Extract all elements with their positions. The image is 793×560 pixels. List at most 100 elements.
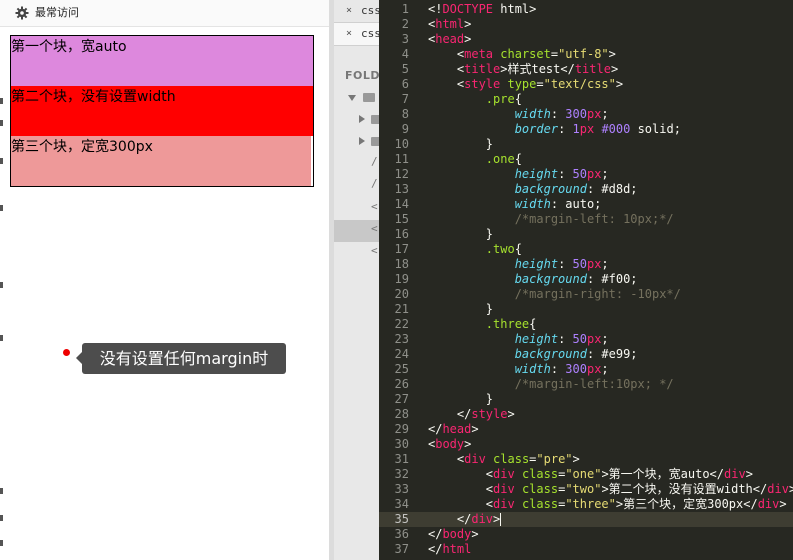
line-number: 33 <box>394 482 409 496</box>
close-icon[interactable]: × <box>346 23 352 45</box>
line-number: 15 <box>394 212 409 226</box>
code-line[interactable]: 7 .pre{ <box>379 92 793 107</box>
code-text: <div class="pre"> <box>428 452 580 466</box>
chevron-right-icon[interactable] <box>359 115 365 123</box>
code-text: .pre{ <box>485 92 522 106</box>
code-line[interactable]: 17 .two{ <box>379 242 793 257</box>
code-line[interactable]: 35 </div> <box>379 512 793 527</box>
tree-file-item[interactable]: / <box>371 177 378 190</box>
folder-icon[interactable] <box>371 137 379 146</box>
line-number: 28 <box>394 407 409 421</box>
line-number: 35 <box>394 512 409 526</box>
code-line[interactable]: 23 height: 50px; <box>379 332 793 347</box>
code-text: /*margin-right: -10px*/ <box>514 287 681 301</box>
tab-label: css <box>361 27 379 40</box>
code-text: </head> <box>428 422 479 436</box>
code-text: </body> <box>428 527 479 541</box>
code-line[interactable]: 30 <body> <box>379 437 793 452</box>
tree-file-item[interactable]: / <box>371 155 378 168</box>
line-number: 17 <box>394 242 409 256</box>
open-file-tab[interactable]: × css <box>334 0 379 22</box>
code-text: width: auto; <box>514 197 602 211</box>
code-line[interactable]: 16 } <box>379 227 793 242</box>
code-text: border: 1px #000 solid; <box>514 122 681 136</box>
editor-sidebar: × css × css FOLD / / < < < <box>334 0 379 560</box>
code-editor[interactable]: 1 <!DOCTYPE html> 2 <html> 3 <head> 4 <meta ch… <box>379 0 793 560</box>
code-line[interactable]: 18 height: 50px; <box>379 257 793 272</box>
code-line[interactable]: 1 <!DOCTYPE html> <box>379 2 793 17</box>
annotation-dot <box>63 349 70 356</box>
code-line[interactable]: 29 </head> <box>379 422 793 437</box>
code-line[interactable]: 4 <meta charset="utf-8"> <box>379 47 793 62</box>
tree-file-item[interactable]: < <box>371 244 378 257</box>
code-text: width: 300px; <box>514 107 609 121</box>
code-line[interactable]: 31 <div class="pre"> <box>379 452 793 467</box>
code-line[interactable]: 27 } <box>379 392 793 407</box>
code-line[interactable]: 33 <div class="two">第二个块，没有设置width</div> <box>379 482 793 497</box>
code-text: <!DOCTYPE html> <box>428 2 537 16</box>
code-line[interactable]: 12 height: 50px; <box>379 167 793 182</box>
folder-icon[interactable] <box>371 115 379 124</box>
close-icon[interactable]: × <box>346 0 352 22</box>
text-cursor <box>500 513 502 526</box>
code-text: <div class="three">第三个块，定宽300px</div> <box>428 497 787 511</box>
gear-icon[interactable] <box>15 6 29 20</box>
code-text: height: 50px; <box>514 332 609 346</box>
code-line[interactable]: 19 background: #f00; <box>379 272 793 287</box>
code-line[interactable]: 28 </style> <box>379 407 793 422</box>
line-number: 14 <box>394 197 409 211</box>
tab-label: css <box>361 4 379 17</box>
bookmarks-bar: 最常访问 <box>0 0 329 27</box>
code-line[interactable]: 36 </body> <box>379 527 793 542</box>
code-text: <title>样式test</title> <box>428 62 619 76</box>
browser-viewport: 最常访问 第一个块，宽auto 第二个块，没有设置width 第三个块，定宽30… <box>0 0 329 560</box>
code-text: <style type="text/css"> <box>428 77 624 91</box>
folder-icon[interactable] <box>363 93 375 102</box>
line-number: 31 <box>394 452 409 466</box>
block-two: 第二个块，没有设置width <box>11 86 313 136</box>
code-text: <div class="one">第一个块，宽auto</div> <box>428 467 753 481</box>
code-text: } <box>428 302 494 316</box>
code-line[interactable]: 3 <head> <box>379 32 793 47</box>
tree-file-item-selected[interactable]: < <box>334 220 379 242</box>
code-text: height: 50px; <box>514 257 609 271</box>
chevron-down-icon[interactable] <box>348 95 356 101</box>
code-line[interactable]: 25 width: 300px; <box>379 362 793 377</box>
line-number: 18 <box>394 257 409 271</box>
code-line[interactable]: 26 /*margin-left:10px; */ <box>379 377 793 392</box>
block-three: 第三个块，定宽300px <box>11 136 311 186</box>
code-line[interactable]: 9 border: 1px #000 solid; <box>379 122 793 137</box>
line-number: 32 <box>394 467 409 481</box>
code-line[interactable]: 11 .one{ <box>379 152 793 167</box>
code-line[interactable]: 13 background: #d8d; <box>379 182 793 197</box>
chevron-right-icon[interactable] <box>359 137 365 145</box>
code-line[interactable]: 10 } <box>379 137 793 152</box>
tree-file-item[interactable]: < <box>371 200 378 213</box>
code-line[interactable]: 22 .three{ <box>379 317 793 332</box>
code-text: <head> <box>428 32 472 46</box>
code-text: width: 300px; <box>514 362 609 376</box>
code-line[interactable]: 6 <style type="text/css"> <box>379 77 793 92</box>
line-number: 19 <box>394 272 409 286</box>
code-text: .one{ <box>485 152 522 166</box>
line-number: 10 <box>394 137 409 151</box>
code-line[interactable]: 5 <title>样式test</title> <box>379 62 793 77</box>
line-number: 24 <box>394 347 409 361</box>
code-line[interactable]: 14 width: auto; <box>379 197 793 212</box>
code-text: </div> <box>428 512 502 526</box>
code-line[interactable]: 20 /*margin-right: -10px*/ <box>379 287 793 302</box>
open-file-tab[interactable]: × css <box>334 22 379 46</box>
line-number: 30 <box>394 437 409 451</box>
line-number: 13 <box>394 182 409 196</box>
code-line[interactable]: 32 <div class="one">第一个块，宽auto</div> <box>379 467 793 482</box>
code-line[interactable]: 21 } <box>379 302 793 317</box>
code-line[interactable]: 15 /*margin-left: 10px;*/ <box>379 212 793 227</box>
code-line[interactable]: 37 </html <box>379 542 793 557</box>
code-line[interactable]: 8 width: 300px; <box>379 107 793 122</box>
code-line[interactable]: 34 <div class="three">第三个块，定宽300px</div> <box>379 497 793 512</box>
code-line[interactable]: 2 <html> <box>379 17 793 32</box>
line-number: 9 <box>401 122 409 136</box>
code-line[interactable]: 24 background: #e99; <box>379 347 793 362</box>
code-text: } <box>428 392 494 406</box>
most-visited-bookmark[interactable]: 最常访问 <box>35 6 79 20</box>
